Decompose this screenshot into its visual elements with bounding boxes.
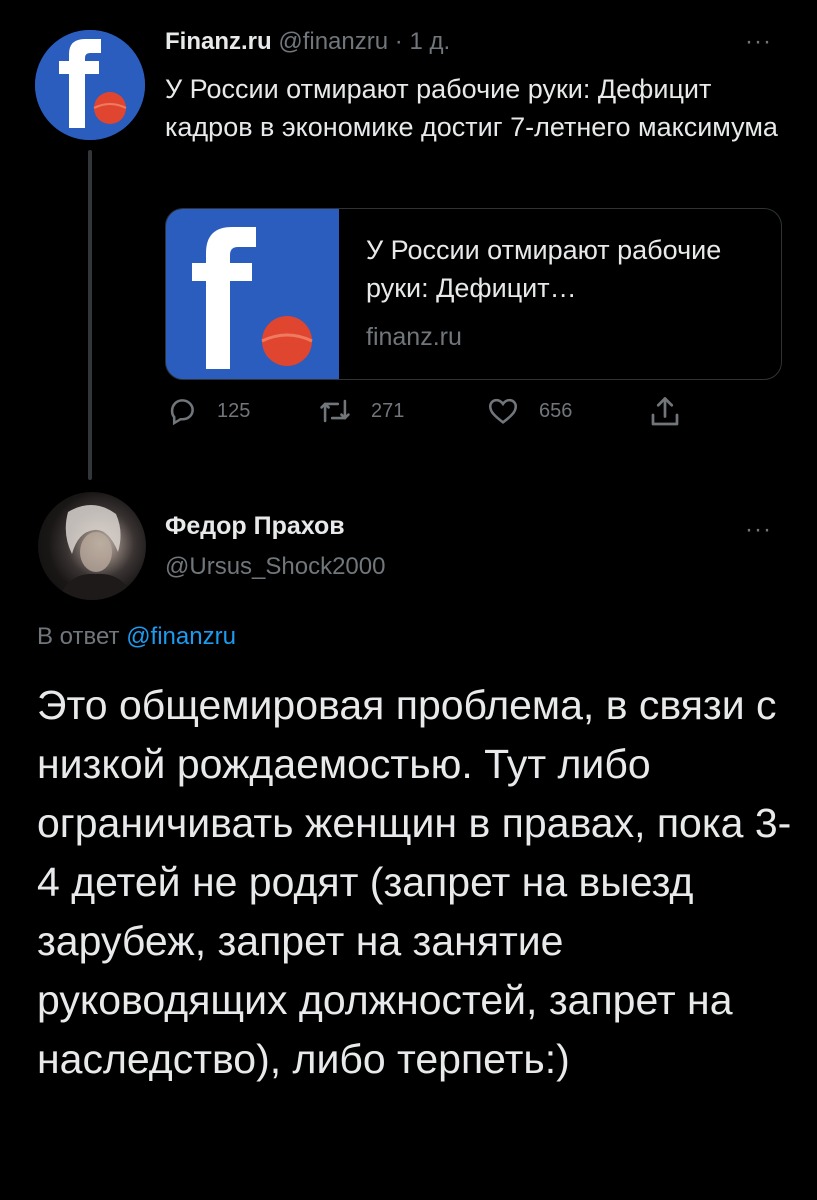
heart-icon xyxy=(488,398,518,424)
card-image xyxy=(166,209,339,379)
thread-line xyxy=(88,150,92,480)
more-options-button[interactable]: ··· xyxy=(745,516,772,544)
share-icon xyxy=(651,397,679,426)
more-options-button[interactable]: ··· xyxy=(745,28,772,56)
user-avatar[interactable] xyxy=(38,492,146,600)
finanz-logo-icon xyxy=(35,30,145,140)
reply-prefix: В ответ xyxy=(37,623,120,650)
like-button[interactable]: 656 xyxy=(485,394,572,428)
tweet-text: У России отмирают рабочие руки: Дефицит … xyxy=(165,74,778,142)
tweet-actions: 125 271 656 xyxy=(165,394,725,438)
retweet-button[interactable]: 271 xyxy=(317,394,404,428)
finanz-logo-icon xyxy=(166,209,339,379)
author-handle[interactable]: @Ursus_Shock2000 xyxy=(165,553,385,581)
reply-context: В ответ @finanzru xyxy=(37,623,236,651)
retweet-count: 271 xyxy=(371,399,405,422)
reply-icon xyxy=(170,399,194,426)
reply-mention-link[interactable]: @finanzru xyxy=(126,623,236,650)
share-button[interactable] xyxy=(647,394,701,430)
link-card[interactable]: У России отмирают рабочие руки: Дефицит…… xyxy=(165,208,782,380)
author-name[interactable]: Finanz.ru xyxy=(165,28,272,55)
card-title: У России отмирают рабочие руки: Дефицит… xyxy=(366,235,722,303)
retweet-icon xyxy=(320,399,350,423)
avatar-portrait xyxy=(58,504,134,600)
like-count: 656 xyxy=(539,399,573,422)
reply-count: 125 xyxy=(217,399,251,422)
separator-dot: · xyxy=(394,28,403,55)
card-domain: finanz.ru xyxy=(366,323,462,351)
tweet-header: Finanz.ru @finanzru · 1 д. xyxy=(165,28,450,56)
author-name[interactable]: Федор Прахов xyxy=(165,512,345,541)
author-handle[interactable]: @finanzru xyxy=(278,28,388,55)
tweet-time[interactable]: 1 д. xyxy=(409,28,450,55)
finanz-avatar[interactable] xyxy=(35,30,145,140)
tweet-text: Это общемировая проблема, в связи с низк… xyxy=(37,682,792,1082)
reply-button[interactable]: 125 xyxy=(165,394,250,428)
